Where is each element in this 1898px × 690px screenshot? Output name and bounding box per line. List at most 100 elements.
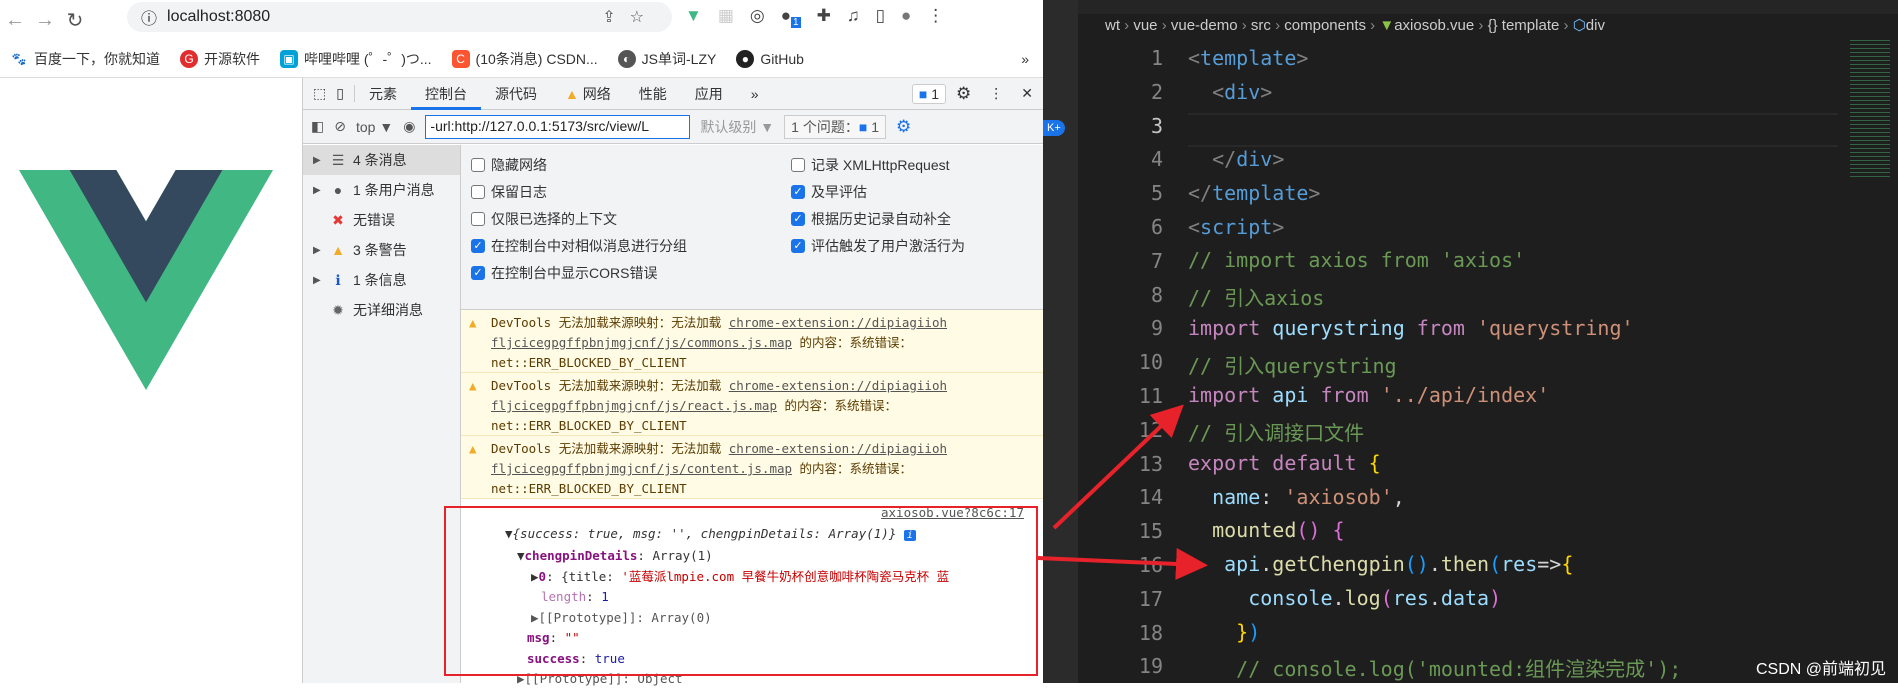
checkbox[interactable]: ✓ <box>471 266 485 280</box>
code-line[interactable]: import api from '../api/index' <box>1188 383 1549 407</box>
tab-application[interactable]: 应用 <box>681 78 737 110</box>
bookmark-bilibili[interactable]: ▣ 哔哩哔哩 (゜-゜)つ... <box>280 49 432 69</box>
vue-devtools-icon[interactable]: ▼ <box>685 6 702 28</box>
minimap[interactable] <box>1850 40 1890 180</box>
back-icon[interactable]: ← <box>0 9 30 32</box>
checkbox[interactable] <box>471 158 485 172</box>
issues-link[interactable]: 1 个问题：■ 1 <box>784 114 886 139</box>
code-line[interactable]: mounted() { <box>1188 518 1344 542</box>
source-map-link[interactable]: fljcicegpgffpbnjmgjcnf/js/commons.js.map <box>491 335 792 350</box>
sidebar-item-verbose[interactable]: ✹ 无详细消息 <box>303 295 460 325</box>
star-icon[interactable]: ☆ <box>630 9 658 26</box>
device-toolbar-icon[interactable]: ▯ <box>332 85 355 102</box>
bookmark-baidu[interactable]: 🐾 百度一下，你就知道 <box>10 49 160 69</box>
code-line[interactable]: <template> <box>1188 46 1308 70</box>
checkbox[interactable]: ✓ <box>791 212 805 226</box>
tab-elements[interactable]: 元素 <box>355 78 411 110</box>
breadcrumb-item[interactable]: components <box>1284 17 1366 34</box>
tab-performance[interactable]: 性能 <box>625 78 681 110</box>
current-line[interactable] <box>1188 113 1838 147</box>
bookmark-csdn[interactable]: C (10条消息) CSDN... <box>451 49 598 69</box>
info-icon[interactable]: ⓘ <box>141 5 157 29</box>
code-line[interactable]: </template> <box>1188 181 1320 205</box>
bookmark-github[interactable]: ● GitHub <box>736 49 804 68</box>
code-line[interactable]: // import axios from 'axios' <box>1188 248 1525 272</box>
sidebar-item-warnings[interactable]: ▶ ▲ 3 条警告 <box>303 235 460 265</box>
bookmark-js[interactable]: ◐ JS单词-LZY <box>617 49 716 69</box>
more-tabs[interactable]: » <box>737 78 773 110</box>
extension-icon[interactable]: ◎ <box>750 6 765 28</box>
eye-icon[interactable]: ◉ <box>403 118 415 135</box>
checkbox[interactable] <box>471 185 485 199</box>
code-line[interactable]: // 引入axios <box>1188 282 1324 311</box>
setting-checkbox[interactable]: ✓ 在控制台中显示CORS错误 <box>471 263 657 283</box>
code-line[interactable]: }) <box>1188 620 1260 644</box>
issues-button[interactable]: ■ 1 <box>911 83 947 104</box>
checkbox[interactable]: ✓ <box>471 239 485 253</box>
checkbox[interactable]: ✓ <box>791 239 805 253</box>
code-line[interactable]: export default { <box>1188 451 1381 475</box>
code-line[interactable]: import querystring from 'querystring' <box>1188 316 1634 340</box>
breadcrumb-item[interactable]: vue-demo <box>1171 17 1238 34</box>
settings-icon[interactable]: ⚙ <box>946 84 981 104</box>
sidebar-item-errors[interactable]: ✖ 无错误 <box>303 205 460 235</box>
setting-checkbox[interactable]: 保留日志 <box>471 182 547 202</box>
sidebar-toggle-icon[interactable]: ◧ <box>311 118 324 135</box>
breadcrumb-item[interactable]: ⬡div <box>1573 17 1605 34</box>
filter-input[interactable]: -url:http://127.0.0.1:5173/src/view/L <box>425 114 691 139</box>
tab-network[interactable]: ▲ 网络 <box>551 78 625 110</box>
breadcrumb-item[interactable]: src <box>1251 17 1271 34</box>
clear-console-icon[interactable]: ⊘ <box>334 118 346 135</box>
code-line[interactable]: <script> <box>1188 215 1284 239</box>
setting-checkbox[interactable]: ✓ 根据历史记录自动补全 <box>791 209 951 229</box>
reload-icon[interactable]: ↻ <box>60 8 90 33</box>
checkbox[interactable]: ✓ <box>791 185 805 199</box>
code-line[interactable]: // 引入调接口文件 <box>1188 417 1364 446</box>
setting-checkbox[interactable]: ✓ 在控制台中对相似消息进行分组 <box>471 236 687 256</box>
code-line[interactable]: console.log(res.data) <box>1188 586 1501 610</box>
breadcrumb-item[interactable]: wt <box>1105 17 1120 34</box>
forward-icon[interactable]: → <box>30 9 60 32</box>
extension-icon[interactable]: ▦ <box>718 6 734 28</box>
code-line[interactable]: api.getChengpin().then(res=>{ <box>1188 552 1573 576</box>
github-extension-icon[interactable]: ● 1 <box>781 6 801 29</box>
code-line[interactable]: // console.log('mounted:组件渲染完成'); <box>1188 653 1681 682</box>
log-level-select[interactable]: 默认级别 ▼ <box>700 117 774 137</box>
source-map-link[interactable]: fljcicegpgffpbnjmgjcnf/js/content.js.map <box>491 461 792 476</box>
checkbox[interactable] <box>471 212 485 226</box>
setting-checkbox[interactable]: 隐藏网络 <box>471 155 547 175</box>
bookmark-oschina[interactable]: G 开源软件 <box>180 49 260 69</box>
source-map-link[interactable]: chrome-extension://dipiagiioh <box>729 315 947 330</box>
tab-console[interactable]: 控制台 <box>410 78 481 110</box>
source-map-link[interactable]: chrome-extension://dipiagiioh <box>729 441 947 456</box>
code-line[interactable]: name: 'axiosob', <box>1188 485 1405 509</box>
profile-avatar[interactable]: ● <box>901 6 911 28</box>
close-icon[interactable]: ✕ <box>1011 85 1043 102</box>
breadcrumb-item[interactable]: vue <box>1133 17 1157 34</box>
code-line[interactable]: </div> <box>1188 147 1284 171</box>
setting-checkbox[interactable]: ✓ 评估触发了用户激活行为 <box>791 236 965 256</box>
source-map-link[interactable]: chrome-extension://dipiagiioh <box>729 378 947 393</box>
side-panel-icon[interactable]: ▯ <box>876 6 885 28</box>
source-map-link[interactable]: fljcicegpgffpbnjmgjcnf/js/react.js.map <box>491 398 777 413</box>
setting-checkbox[interactable]: 仅限已选择的上下文 <box>471 209 617 229</box>
breadcrumb-item[interactable]: ▼axiosob.vue <box>1379 17 1474 34</box>
setting-checkbox[interactable]: ✓ 及早评估 <box>791 182 867 202</box>
code-line[interactable]: <div> <box>1188 80 1272 104</box>
address-bar[interactable]: ⓘ localhost:8080 ⇪☆ <box>127 2 672 32</box>
console-settings-icon[interactable]: ⚙ <box>896 117 911 137</box>
tab-sources[interactable]: 源代码 <box>481 78 551 110</box>
sidebar-item-info[interactable]: ▶ ℹ 1 条信息 <box>303 265 460 295</box>
checkbox[interactable] <box>791 158 805 172</box>
more-menu-icon[interactable]: ⋮ <box>981 85 1011 102</box>
sidebar-item-user-messages[interactable]: ▶ ● 1 条用户消息 <box>303 175 460 205</box>
share-icon[interactable]: ⇪ <box>602 9 629 26</box>
menu-icon[interactable]: ⋮ <box>927 6 944 28</box>
media-icon[interactable]: ♫ <box>847 6 860 28</box>
sidebar-item-messages[interactable]: ▶ ☰ 4 条消息 <box>303 145 460 175</box>
puzzle-icon[interactable]: ✚ <box>817 6 831 28</box>
setting-checkbox[interactable]: 记录 XMLHttpRequest <box>791 155 950 175</box>
context-select[interactable]: top ▼ <box>356 119 393 135</box>
breadcrumb-item[interactable]: {} template <box>1488 17 1560 34</box>
inspect-icon[interactable]: ⬚ <box>303 85 332 102</box>
